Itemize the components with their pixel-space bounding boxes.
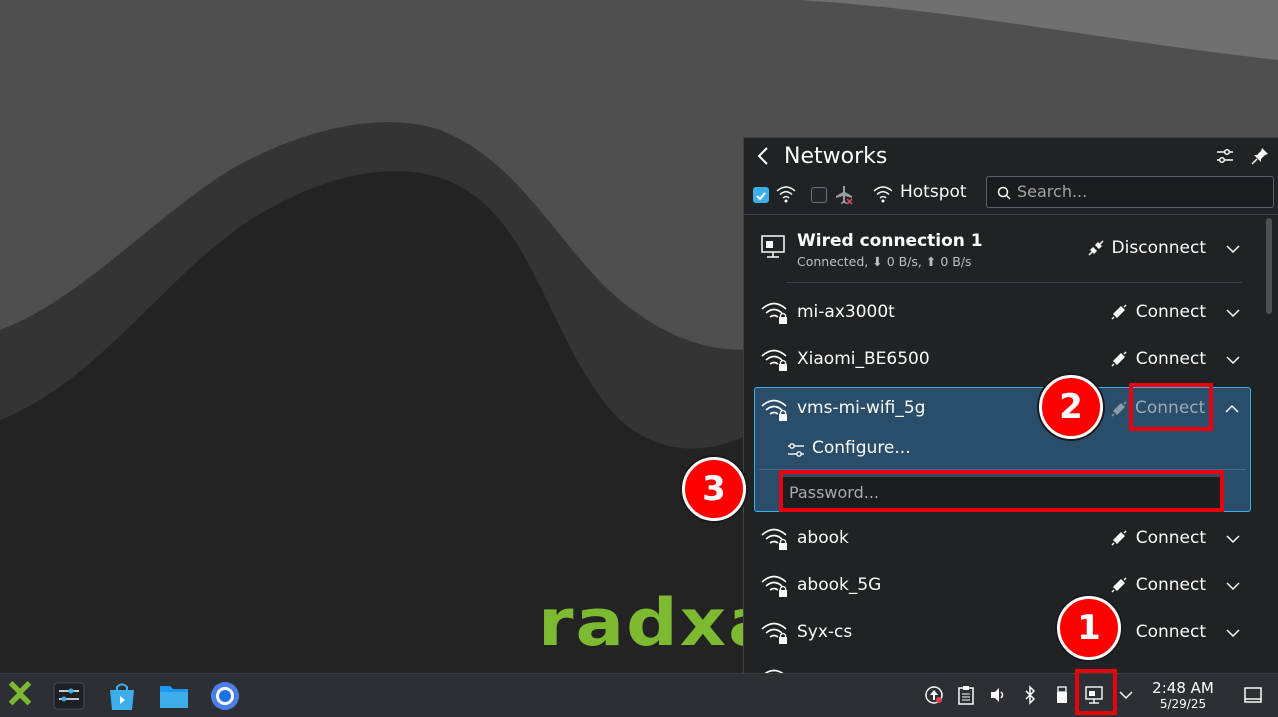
network-row[interactable]: Syx-cs Connect (754, 610, 1252, 657)
configure-button[interactable]: Configure... (812, 438, 911, 458)
airplane-mode-checkbox[interactable] (811, 187, 827, 203)
connect-button[interactable]: Connect (1136, 621, 1206, 643)
step-badge-2: 2 (1039, 375, 1103, 439)
connect-button[interactable]: Connect (1136, 527, 1206, 549)
network-name: vms-mi-wifi_5g (797, 398, 926, 418)
clock-date[interactable]: 5/29/25 (1144, 697, 1222, 711)
network-tray-highlight-box (1075, 669, 1117, 715)
volume-icon[interactable] (988, 685, 1008, 705)
wired-network-icon (761, 235, 785, 258)
app-launcher-icon[interactable] (4, 680, 36, 712)
updates-icon[interactable] (924, 685, 944, 705)
disconnect-button[interactable]: Disconnect (1112, 237, 1206, 259)
plug-connect-icon (1111, 401, 1127, 417)
chevron-up-icon[interactable] (1223, 400, 1241, 418)
show-desktop-icon[interactable] (1243, 685, 1263, 705)
chevron-down-icon[interactable] (1224, 351, 1242, 369)
search-placeholder: Search... (1017, 182, 1088, 201)
plug-connect-icon (1111, 577, 1127, 593)
wired-connection-status: Connected, ⬇ 0 B/s, ⬆ 0 B/s (797, 254, 972, 269)
password-highlight-box (779, 470, 1224, 512)
plug-connect-icon (1111, 530, 1127, 546)
search-icon (997, 186, 1011, 200)
scrollbar[interactable] (1266, 218, 1272, 314)
hotspot-button[interactable]: Hotspot (900, 182, 967, 202)
hotspot-icon (873, 186, 893, 203)
configure-sliders-icon[interactable] (1214, 146, 1236, 168)
airplane-mode-icon (836, 186, 853, 205)
discover-store-icon[interactable] (106, 680, 138, 712)
network-name: mi-ax3000t (797, 302, 895, 322)
wifi-icon (776, 186, 796, 203)
network-row[interactable]: Xiaomi_BE6500 Connect (754, 337, 1252, 384)
step-badge-3: 3 (682, 457, 746, 521)
wired-connection-row[interactable]: Wired connection 1 Connected, ⬇ 0 B/s, ⬆… (754, 226, 1252, 273)
plug-disconnect-icon (1088, 240, 1104, 256)
wifi-secured-icon (761, 528, 787, 550)
network-name: abook (797, 528, 849, 548)
chevron-down-icon[interactable] (1224, 577, 1242, 595)
chevron-down-icon[interactable] (1224, 530, 1242, 548)
connect-button[interactable]: Connect (1136, 348, 1206, 370)
connect-button[interactable]: Connect (1136, 301, 1206, 323)
system-settings-icon[interactable] (53, 680, 85, 712)
back-icon[interactable] (752, 144, 776, 168)
configure-icon (788, 443, 804, 457)
chevron-down-icon[interactable] (1224, 624, 1242, 642)
clipboard-icon[interactable] (956, 685, 976, 705)
step-badge-1: 1 (1057, 596, 1121, 660)
tray-expand-chevron-icon[interactable] (1116, 685, 1136, 705)
network-row[interactable]: abook Connect (754, 516, 1252, 563)
wifi-secured-icon (761, 622, 787, 644)
pin-icon[interactable] (1249, 146, 1271, 168)
connect-highlight-box (1129, 383, 1213, 431)
network-name: abook_5G (797, 575, 882, 595)
file-manager-icon[interactable] (158, 680, 190, 712)
bluetooth-icon[interactable] (1020, 685, 1040, 705)
network-row[interactable]: mi-ax3000t Connect (754, 290, 1252, 337)
network-name: Syx-cs (797, 622, 853, 642)
clock-time[interactable]: 2:48 AM (1144, 679, 1222, 697)
network-name: Xiaomi_BE6500 (797, 349, 930, 369)
chromium-browser-icon[interactable] (209, 680, 241, 712)
wifi-secured-icon (761, 349, 787, 371)
wired-divider (786, 282, 1242, 283)
wired-connection-name: Wired connection 1 (797, 231, 983, 251)
plug-connect-icon (1111, 304, 1127, 320)
panel-header: Networks (744, 138, 1278, 176)
plug-connect-icon (1111, 351, 1127, 367)
chevron-down-icon[interactable] (1224, 304, 1242, 322)
panel-title: Networks (784, 144, 888, 169)
search-input[interactable]: Search... (986, 176, 1274, 208)
wifi-enabled-checkbox[interactable] (753, 187, 769, 203)
network-row[interactable]: abook_5G Connect (754, 563, 1252, 610)
wifi-secured-icon (761, 575, 787, 597)
network-row-partial[interactable] (754, 657, 1252, 674)
chevron-down-icon[interactable] (1224, 240, 1242, 258)
wifi-secured-icon (761, 302, 787, 324)
wifi-secured-icon (761, 399, 787, 421)
toolbar-divider (744, 214, 1278, 215)
removable-device-icon[interactable] (1052, 685, 1072, 705)
connect-button[interactable]: Connect (1136, 574, 1206, 596)
